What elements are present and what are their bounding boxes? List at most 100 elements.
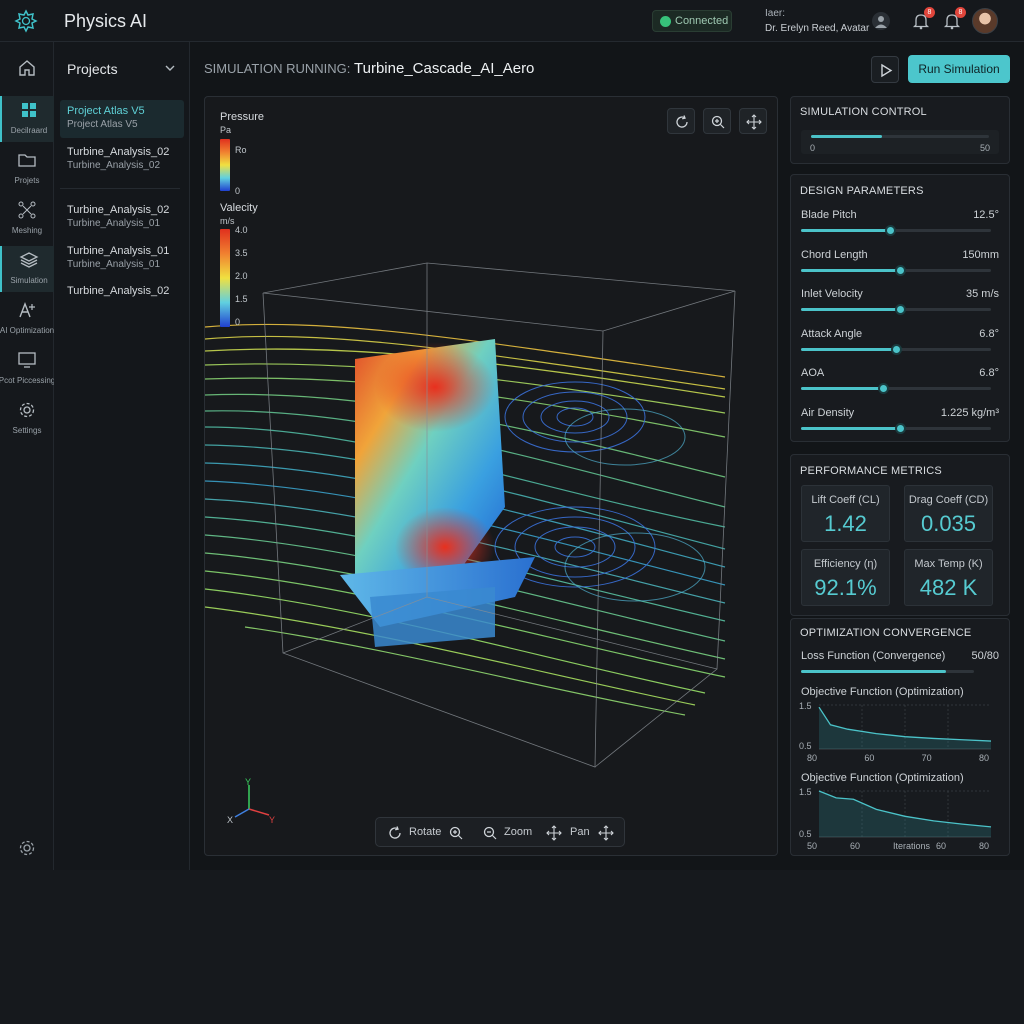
- param-slider-fill: [801, 229, 891, 232]
- project-title: Turbine_Analysis_01: [67, 245, 170, 257]
- project-subtitle: Turbine_Analysis_01: [67, 259, 161, 270]
- app-window: Physics AI Connected Iaer: Dr. Erelyn Re…: [0, 0, 1024, 870]
- monitor-icon: [18, 352, 36, 368]
- nav-simulation-label: Simulation: [10, 276, 48, 285]
- metric-value: 0.035: [920, 511, 977, 536]
- connection-status-text: Connected: [675, 15, 729, 27]
- nav-ai-optimization[interactable]: AI Optimization: [0, 296, 54, 342]
- nav-ai-optimization-label: AI Optimization: [0, 326, 55, 335]
- x-tick-label: 50: [807, 841, 817, 851]
- zoom-view-button[interactable]: [703, 108, 731, 134]
- axis-x-label: X: [227, 815, 233, 825]
- velocity-legend-unit: m/s: [220, 216, 235, 226]
- rotate-button[interactable]: Rotate: [409, 826, 441, 838]
- objective-chart-title-1: Objective Function (Optimization): [801, 686, 964, 698]
- nav-settings[interactable]: Settings: [0, 396, 54, 442]
- nav-simulation[interactable]: Simulation: [0, 246, 54, 292]
- velocity-tick: 2.0: [235, 271, 248, 281]
- bottom-gear-icon[interactable]: [17, 838, 37, 858]
- param-slider[interactable]: [801, 304, 991, 315]
- project-item[interactable]: Turbine_Analysis_02 Turbine_Analysis_01: [60, 204, 184, 229]
- y-tick-label: 1.5: [799, 701, 812, 711]
- pan-view-button[interactable]: [739, 108, 767, 134]
- nav-dashboard[interactable]: Decilraard: [0, 96, 54, 142]
- param-slider-handle[interactable]: [894, 264, 906, 276]
- project-item[interactable]: Turbine_Analysis_02 Turbine_Analysis_02: [60, 146, 184, 171]
- y-tick-label: 1.5: [799, 787, 812, 797]
- pressure-color-bar: [220, 139, 230, 191]
- nav-post-processing[interactable]: Pcot Piccessing: [0, 346, 55, 392]
- simulation-name: Turbine_Cascade_AI_Aero: [354, 60, 535, 77]
- simulation-progress-bar[interactable]: [811, 135, 989, 138]
- param-slider[interactable]: [801, 343, 991, 355]
- 3d-viewport[interactable]: Y Y X Pressure Pa Ro 0 Valecity m/s 4.0 …: [204, 96, 778, 856]
- param-slider-handle[interactable]: [891, 343, 902, 355]
- param-slider-handle[interactable]: [894, 422, 906, 434]
- reset-view-button[interactable]: [667, 108, 695, 134]
- move-icon[interactable]: [598, 825, 614, 841]
- pan-icon[interactable]: [546, 825, 562, 841]
- velocity-tick: 1.5: [235, 294, 248, 304]
- project-title: Turbine_Analysis_02: [67, 204, 170, 216]
- param-slider[interactable]: [801, 422, 991, 434]
- rotate-icon[interactable]: [387, 825, 403, 841]
- nav-meshing[interactable]: Meshing: [0, 196, 54, 242]
- param-slider[interactable]: [801, 383, 991, 394]
- play-button[interactable]: [871, 56, 899, 83]
- param-slider-handle[interactable]: [894, 304, 906, 315]
- metric-card-lift: Lift Coeff (CL) 1.42: [801, 485, 890, 542]
- y-tick-label: 0.5: [799, 741, 812, 751]
- velocity-tick: 4.0: [235, 225, 248, 235]
- folder-icon: [18, 154, 36, 167]
- pan-button[interactable]: Pan: [570, 826, 590, 838]
- x-tick-label: 60: [936, 841, 946, 851]
- zoom-in-icon[interactable]: [448, 825, 464, 841]
- simulation-header: SIMULATION RUNNING: Turbine_Cascade_AI_A…: [204, 60, 534, 77]
- metric-label: Max Temp (K): [914, 558, 983, 570]
- project-item[interactable]: Project Atlas V5 Project Atlas V5: [60, 100, 184, 138]
- param-slider-handle[interactable]: [885, 225, 897, 236]
- logo-icon: [14, 9, 38, 33]
- run-simulation-button[interactable]: Run Simulation: [908, 55, 1010, 83]
- param-value: 6.8°: [979, 327, 999, 340]
- user-name: Dr. Erelyn Reed, Avatar: [765, 23, 870, 34]
- velocity-color-bar: [220, 229, 230, 327]
- zoom-icon: [711, 115, 725, 129]
- metric-label: Lift Coeff (CL): [811, 494, 880, 506]
- simulation-status-prefix: SIMULATION RUNNING:: [204, 61, 351, 76]
- optimization-convergence-panel: OPTIMIZATION CONVERGENCE Loss Function (…: [790, 618, 1010, 856]
- metric-value: 1.42: [824, 511, 867, 536]
- project-item[interactable]: Turbine_Analysis_01 Turbine_Analysis_01: [60, 245, 184, 270]
- x-tick-label: Iterations: [893, 841, 931, 851]
- metric-card-max-temp: Max Temp (K) 482 K: [904, 549, 993, 606]
- avatar[interactable]: [972, 8, 998, 34]
- param-slider-fill: [801, 308, 900, 311]
- nav-meshing-label: Meshing: [11, 226, 43, 235]
- param-slider-fill: [801, 268, 900, 272]
- param-slider[interactable]: [801, 264, 991, 276]
- project-subtitle: Turbine_Analysis_02: [67, 160, 161, 171]
- nav-projects[interactable]: Projets: [0, 146, 54, 192]
- user-label: Iaer:: [765, 8, 786, 19]
- nav-home[interactable]: [0, 54, 54, 100]
- app-title: Physics AI: [64, 11, 148, 31]
- param-slider-handle[interactable]: [877, 383, 889, 394]
- zoom-out-icon[interactable]: [482, 825, 498, 841]
- user-icon[interactable]: [872, 12, 890, 30]
- home-icon: [19, 60, 35, 76]
- dashboard-grid-icon: [22, 103, 36, 117]
- param-slider-fill: [801, 347, 896, 351]
- loss-function-label: Loss Function (Convergence): [801, 650, 946, 662]
- zoom-button[interactable]: Zoom: [504, 826, 532, 838]
- y-tick-label: 0.5: [799, 829, 812, 839]
- top-bar: Physics AI Connected Iaer: Dr. Erelyn Re…: [0, 0, 1024, 42]
- loss-function-value: 50/80: [971, 650, 999, 662]
- nav-projects-label: Projets: [14, 176, 40, 185]
- progress-min: 0: [810, 143, 816, 153]
- x-tick-label: 80: [979, 841, 989, 851]
- flow-visualization[interactable]: Y Y X: [205, 97, 778, 856]
- param-slider[interactable]: [801, 225, 991, 236]
- performance-metrics-title: PERFORMANCE METRICS: [800, 465, 942, 477]
- project-item[interactable]: Turbine_Analysis_02: [60, 285, 184, 297]
- chevron-down-icon[interactable]: [164, 64, 176, 72]
